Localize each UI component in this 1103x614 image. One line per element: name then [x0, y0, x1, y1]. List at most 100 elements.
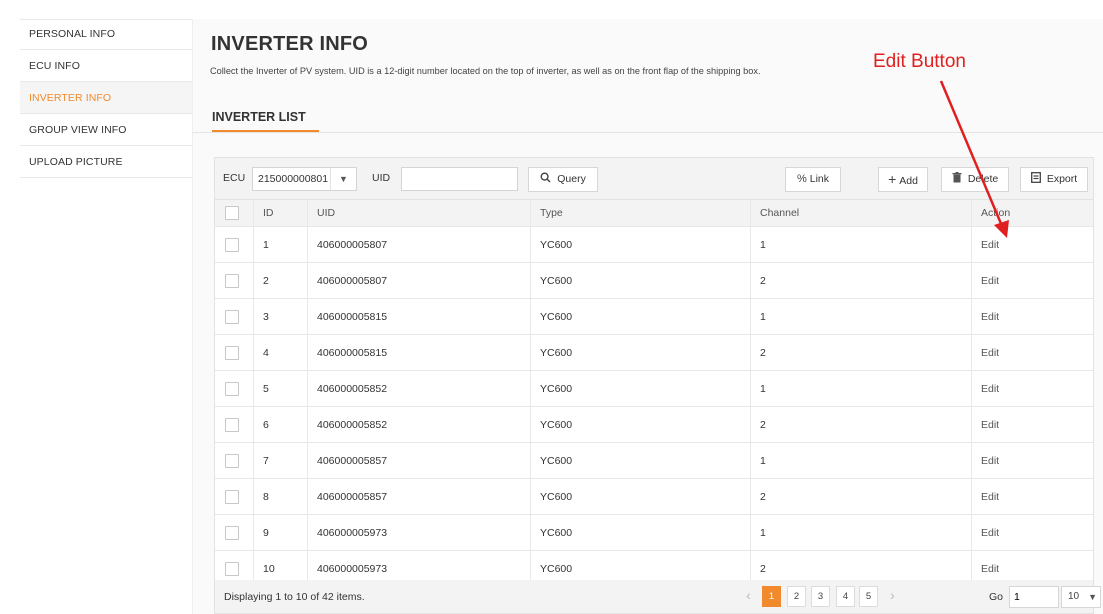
row-checkbox[interactable]	[225, 237, 239, 252]
column-header-id[interactable]: ID	[254, 200, 308, 226]
cell-id: 5	[254, 371, 308, 406]
pagination-bar: Displaying 1 to 10 of 42 items. ‹ 1 2 3 …	[214, 580, 1101, 614]
edit-button[interactable]: Edit	[981, 419, 999, 431]
column-header-channel[interactable]: Channel	[751, 200, 972, 226]
cell-id: 9	[254, 515, 308, 550]
sidebar-item-personal-info[interactable]: PERSONAL INFO	[20, 20, 192, 50]
page-size-value: 10	[1068, 591, 1080, 602]
page-size-select[interactable]: 10 ▼	[1061, 586, 1101, 608]
edit-button[interactable]: Edit	[981, 239, 999, 251]
cell-action: Edit	[972, 479, 1093, 514]
edit-button[interactable]: Edit	[981, 491, 999, 503]
row-checkbox[interactable]	[225, 561, 239, 576]
cell-type: YC600	[531, 335, 751, 370]
row-checkbox[interactable]	[225, 345, 239, 360]
trash-icon	[952, 172, 965, 185]
row-checkbox-cell	[215, 515, 254, 550]
cell-type: YC600	[531, 299, 751, 334]
tab-inverter-list[interactable]: INVERTER LIST	[212, 110, 306, 124]
sidebar-item-upload-picture[interactable]: UPLOAD PICTURE	[20, 146, 192, 178]
edit-button[interactable]: Edit	[981, 383, 999, 395]
table-row[interactable]: 3 406000005815 YC600 1 Edit	[215, 299, 1093, 335]
table-body: 1 406000005807 YC600 1 Edit 2 406000005807 YC60…	[215, 227, 1093, 587]
row-checkbox[interactable]	[225, 453, 239, 468]
table-row[interactable]: 9 406000005973 YC600 1 Edit	[215, 515, 1093, 551]
cell-id: 6	[254, 407, 308, 442]
pagination-summary: Displaying 1 to 10 of 42 items.	[224, 591, 365, 603]
annotation-label: Edit Button	[873, 51, 966, 72]
page-1-button[interactable]: 1	[762, 586, 781, 607]
row-checkbox-cell	[215, 407, 254, 442]
cell-action: Edit	[972, 227, 1093, 262]
edit-button[interactable]: Edit	[981, 455, 999, 467]
row-checkbox[interactable]	[225, 525, 239, 540]
row-checkbox-cell	[215, 227, 254, 262]
cell-id: 2	[254, 263, 308, 298]
cell-uid: 406000005815	[308, 335, 531, 370]
cell-channel: 1	[751, 371, 972, 406]
cell-channel: 2	[751, 479, 972, 514]
sidebar-item-group-view-info[interactable]: GROUP VIEW INFO	[20, 114, 192, 146]
cell-id: 3	[254, 299, 308, 334]
row-checkbox[interactable]	[225, 489, 239, 504]
ecu-label: ECU	[223, 172, 246, 184]
row-checkbox-cell	[215, 371, 254, 406]
table-row[interactable]: 6 406000005852 YC600 2 Edit	[215, 407, 1093, 443]
caret-down-icon: ▼	[1088, 592, 1097, 602]
query-button[interactable]: Query	[528, 167, 598, 192]
table-row[interactable]: 4 406000005815 YC600 2 Edit	[215, 335, 1093, 371]
sidebar: PERSONAL INFO ECU INFO INVERTER INFO GRO…	[20, 19, 192, 178]
prev-page-icon[interactable]: ‹	[739, 586, 758, 607]
page-4-button[interactable]: 4	[836, 586, 855, 607]
main-panel: INVERTER INFO Collect the Inverter of PV…	[192, 19, 1103, 614]
link-icon: %	[796, 173, 807, 185]
edit-button[interactable]: Edit	[981, 311, 999, 323]
row-checkbox[interactable]	[225, 309, 239, 324]
sidebar-item-inverter-info[interactable]: INVERTER INFO	[20, 82, 192, 114]
page-5-button[interactable]: 5	[859, 586, 878, 607]
row-checkbox-cell	[215, 479, 254, 514]
uid-input[interactable]	[401, 167, 518, 191]
cell-uid: 406000005807	[308, 227, 531, 262]
ecu-select[interactable]: 215000000801 ▼	[252, 167, 357, 191]
link-button-label: Link	[809, 173, 830, 185]
row-checkbox[interactable]	[225, 273, 239, 288]
cell-type: YC600	[531, 263, 751, 298]
cell-uid: 406000005852	[308, 407, 531, 442]
page-2-button[interactable]: 2	[787, 586, 806, 607]
export-button-label: Export	[1046, 173, 1078, 185]
row-checkbox[interactable]	[225, 381, 239, 396]
column-header-uid[interactable]: UID	[308, 200, 531, 226]
edit-button[interactable]: Edit	[981, 527, 999, 539]
cell-uid: 406000005807	[308, 263, 531, 298]
table-toolbar: ECU 215000000801 ▼ UID Query % Link + Add …	[214, 157, 1094, 200]
edit-button[interactable]: Edit	[981, 275, 999, 287]
table-row[interactable]: 2 406000005807 YC600 2 Edit	[215, 263, 1093, 299]
go-page-input[interactable]	[1009, 586, 1059, 608]
uid-label: UID	[372, 172, 391, 184]
link-button[interactable]: % Link	[785, 167, 841, 192]
table-row[interactable]: 8 406000005857 YC600 2 Edit	[215, 479, 1093, 515]
cell-type: YC600	[531, 227, 751, 262]
cell-action: Edit	[972, 443, 1093, 478]
column-header-action: Action	[981, 207, 1011, 219]
page-3-button[interactable]: 3	[811, 586, 830, 607]
cell-action: Edit	[972, 371, 1093, 406]
row-checkbox[interactable]	[225, 417, 239, 432]
table-row[interactable]: 7 406000005857 YC600 1 Edit	[215, 443, 1093, 479]
edit-button[interactable]: Edit	[981, 347, 999, 359]
sidebar-item-ecu-info[interactable]: ECU INFO	[20, 50, 192, 82]
table-row[interactable]: 1 406000005807 YC600 1 Edit	[215, 227, 1093, 263]
add-button[interactable]: + Add	[878, 167, 928, 192]
add-button-label: Add	[899, 175, 918, 187]
select-all-checkbox[interactable]	[225, 206, 239, 220]
export-button[interactable]: Export	[1020, 167, 1088, 192]
cell-id: 8	[254, 479, 308, 514]
next-page-icon[interactable]: ›	[883, 586, 902, 607]
cell-uid: 406000005852	[308, 371, 531, 406]
table-row[interactable]: 5 406000005852 YC600 1 Edit	[215, 371, 1093, 407]
edit-button[interactable]: Edit	[981, 563, 999, 575]
column-header-type[interactable]: Type	[531, 200, 751, 226]
delete-button[interactable]: Delete	[941, 167, 1009, 192]
cell-action: Edit	[972, 515, 1093, 550]
